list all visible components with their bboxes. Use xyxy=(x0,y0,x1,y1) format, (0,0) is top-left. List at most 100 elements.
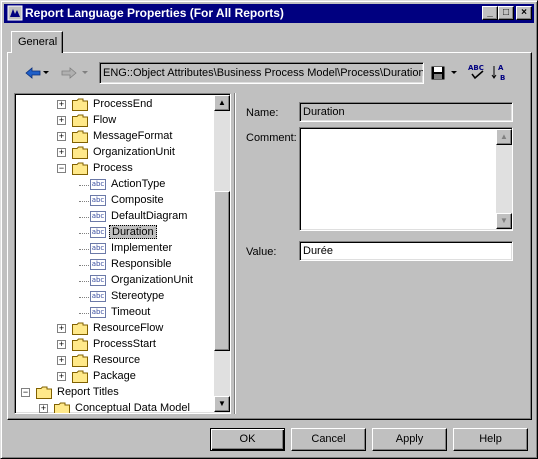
tree-folder-node[interactable]: + Flow xyxy=(15,113,215,129)
svg-text:A: A xyxy=(498,64,504,72)
pane-splitter[interactable] xyxy=(234,93,236,414)
maximize-button[interactable]: □ xyxy=(498,6,514,20)
text-item-icon: abc xyxy=(90,259,106,270)
value-input[interactable]: Durée xyxy=(299,241,513,261)
arrow-left-icon[interactable] xyxy=(25,67,41,79)
collapse-icon[interactable]: − xyxy=(21,388,30,397)
tree-view[interactable]: + ProcessEnd + Flow + MessageFormat + Organizat… xyxy=(14,93,231,414)
comment-textarea[interactable] xyxy=(299,127,513,231)
minimize-button[interactable]: _ xyxy=(482,6,498,20)
tree-leaf-node[interactable]: abc ActionType xyxy=(15,177,215,193)
window-title: Report Language Properties (For All Repo… xyxy=(25,6,284,20)
spell-check-icon[interactable]: ABC xyxy=(468,63,486,81)
scroll-thumb[interactable] xyxy=(214,191,230,351)
tree-node-label[interactable]: Conceptual Data Model xyxy=(73,402,192,413)
expand-icon[interactable]: + xyxy=(57,356,66,365)
folder-icon xyxy=(72,354,88,367)
tree-node-label[interactable]: Resource xyxy=(91,354,142,366)
name-label: Name: xyxy=(246,107,279,119)
tab-general[interactable]: General xyxy=(11,31,63,53)
expand-icon[interactable]: + xyxy=(57,132,66,141)
folder-icon xyxy=(72,146,88,159)
tree-folder-node[interactable]: + OrganizationUnit xyxy=(15,145,215,161)
svg-text:ABC: ABC xyxy=(468,64,484,72)
tree-leaf-node[interactable]: abc Timeout xyxy=(15,305,215,321)
tree-connector xyxy=(79,201,89,202)
tree-leaf-node[interactable]: abc Stereotype xyxy=(15,289,215,305)
help-button[interactable]: Help xyxy=(453,428,528,451)
tree-node-label[interactable]: Process xyxy=(91,162,135,174)
save-dropdown-icon[interactable] xyxy=(451,71,457,75)
name-field: Duration xyxy=(299,102,513,122)
tree-folder-node[interactable]: − Report Titles xyxy=(15,385,215,401)
expand-icon[interactable]: + xyxy=(57,324,66,333)
app-icon xyxy=(7,5,23,21)
title-bar[interactable]: Report Language Properties (For All Repo… xyxy=(4,4,534,23)
back-dropdown-icon[interactable] xyxy=(43,71,49,75)
folder-icon xyxy=(72,322,88,335)
tree-folder-node[interactable]: − Process xyxy=(15,161,215,177)
tree-leaf-node[interactable]: abc Implementer xyxy=(15,241,215,257)
tree-connector xyxy=(79,249,89,250)
tree-node-label[interactable]: Responsible xyxy=(109,258,174,270)
tree-leaf-node[interactable]: abc Composite xyxy=(15,193,215,209)
tree-node-label[interactable]: Report Titles xyxy=(55,386,121,398)
tree-connector xyxy=(79,297,89,298)
tree-folder-node[interactable]: + ResourceFlow xyxy=(15,321,215,337)
close-button[interactable]: × xyxy=(516,6,532,20)
expand-icon[interactable]: + xyxy=(39,404,48,413)
tree-node-label[interactable]: OrganizationUnit xyxy=(91,146,177,158)
comment-scrollbar[interactable]: ▲ ▼ xyxy=(496,129,512,229)
tree-folder-node[interactable]: + Resource xyxy=(15,353,215,369)
expand-icon[interactable]: + xyxy=(57,148,66,157)
tree-leaf-node[interactable]: abc DefaultDiagram xyxy=(15,209,215,225)
svg-text:B: B xyxy=(500,74,505,81)
tree-node-label[interactable]: OrganizationUnit xyxy=(109,274,195,286)
tree-vertical-scrollbar[interactable]: ▲ ▼ xyxy=(214,95,230,412)
tree-node-label[interactable]: Timeout xyxy=(109,306,152,318)
comment-scroll-down-button[interactable]: ▼ xyxy=(496,213,512,229)
tree-node-label[interactable]: Stereotype xyxy=(109,290,166,302)
tree-leaf-node[interactable]: abc Responsible xyxy=(15,257,215,273)
tree-leaf-node[interactable]: abc Duration xyxy=(15,225,215,241)
tree-connector xyxy=(79,233,89,234)
collapse-icon[interactable]: − xyxy=(57,164,66,173)
text-item-icon: abc xyxy=(90,275,106,286)
tree-node-label[interactable]: Implementer xyxy=(109,242,174,254)
tree-node-label[interactable]: Duration xyxy=(109,225,157,239)
arrow-right-icon[interactable] xyxy=(61,67,77,79)
tree-folder-node[interactable]: + ProcessEnd xyxy=(15,97,215,113)
tree-node-label[interactable]: Composite xyxy=(109,194,166,206)
tree-node-label[interactable]: ProcessEnd xyxy=(91,98,154,110)
tree-node-label[interactable]: DefaultDiagram xyxy=(109,210,189,222)
expand-icon[interactable]: + xyxy=(57,116,66,125)
folder-icon xyxy=(72,130,88,143)
forward-dropdown-icon[interactable] xyxy=(82,71,88,75)
expand-icon[interactable]: + xyxy=(57,340,66,349)
tree-node-label[interactable]: Package xyxy=(91,370,138,382)
scroll-down-button[interactable]: ▼ xyxy=(214,396,230,412)
dialog-window: Report Language Properties (For All Repo… xyxy=(0,0,538,459)
comment-scroll-up-button[interactable]: ▲ xyxy=(496,129,512,145)
comment-label: Comment: xyxy=(246,132,297,144)
tree-node-label[interactable]: Flow xyxy=(91,114,118,126)
ok-button[interactable]: OK xyxy=(210,428,285,451)
tree-folder-node[interactable]: + Conceptual Data Model xyxy=(15,401,215,413)
apply-button[interactable]: Apply xyxy=(372,428,447,451)
tree-leaf-node[interactable]: abc OrganizationUnit xyxy=(15,273,215,289)
floppy-disk-icon[interactable] xyxy=(431,66,445,80)
tree-node-label[interactable]: ResourceFlow xyxy=(91,322,165,334)
cancel-button[interactable]: Cancel xyxy=(291,428,366,451)
tree-node-label[interactable]: MessageFormat xyxy=(91,130,174,142)
tree-connector xyxy=(79,281,89,282)
expand-icon[interactable]: + xyxy=(57,372,66,381)
tree-connector xyxy=(79,313,89,314)
scroll-up-button[interactable]: ▲ xyxy=(214,95,230,111)
expand-icon[interactable]: + xyxy=(57,100,66,109)
tree-node-label[interactable]: ProcessStart xyxy=(91,338,158,350)
tree-folder-node[interactable]: + Package xyxy=(15,369,215,385)
tree-node-label[interactable]: ActionType xyxy=(109,178,167,190)
sort-az-icon[interactable]: A B xyxy=(490,63,508,81)
tree-folder-node[interactable]: + ProcessStart xyxy=(15,337,215,353)
tree-folder-node[interactable]: + MessageFormat xyxy=(15,129,215,145)
